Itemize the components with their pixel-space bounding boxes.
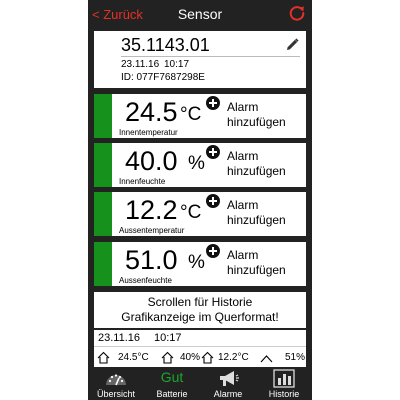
history-summary-row: 23.11.16 10:17 24.5°C 40% 12.2°C 51%: [94, 330, 306, 367]
measurement-value: 24.5: [125, 97, 178, 127]
measurement-label: Innentemperatur: [119, 128, 178, 137]
summary-date: 23.11.16: [98, 332, 141, 344]
pencil-icon[interactable]: [284, 37, 300, 53]
outdoor-house-icon: [260, 355, 273, 363]
hint-line2: Grafikanzeige im Querformat!: [121, 310, 279, 324]
plus-circle-icon[interactable]: [206, 145, 220, 159]
measurement-value: 40.0: [125, 146, 178, 176]
alarm-label-line2: hinzufügen: [227, 213, 286, 227]
measurement-label: Aussentemperatur: [119, 226, 185, 235]
tab-battery[interactable]: Gut Batterie: [144, 368, 200, 400]
measurement-card-outdoor-humidity: 51.0 % Aussenfeuchte Alarm hinzufügen: [94, 242, 306, 286]
bar-chart-icon: [273, 369, 295, 388]
sensor-info-card: 35.1143.01 23.11.16 10:17 ID: 077F768729…: [94, 31, 306, 88]
status-bar: [94, 94, 112, 138]
tab-history[interactable]: Historie: [256, 368, 312, 400]
measurement-card-indoor-humidity: 40.0 % Innenfeuchte Alarm hinzufügen: [94, 143, 306, 187]
refresh-icon[interactable]: [288, 4, 306, 22]
app-screen: < Zurück Sensor 35.1143.01 23.11.16 10:1…: [88, 0, 312, 400]
tab-alarms[interactable]: Alarme: [200, 368, 256, 400]
add-alarm-button[interactable]: Alarm hinzufügen: [227, 149, 286, 179]
sensor-date: 23.11.16: [121, 59, 160, 70]
page-title: Sensor: [177, 6, 223, 22]
plus-circle-icon[interactable]: [206, 194, 220, 208]
hint-line1: Scrollen für Historie: [147, 295, 253, 309]
summary-indoor-temp: 24.5°C: [118, 352, 149, 363]
measurement-label: Innenfeuchte: [119, 177, 166, 186]
add-alarm-button[interactable]: Alarm hinzufügen: [227, 198, 286, 228]
measurement-card-outdoor-temp: 12.2 °C Aussentemperatur Alarm hinzufüge…: [94, 192, 306, 236]
device-id: ID: 077F7687298E: [121, 72, 205, 83]
measurement-unit: %: [188, 153, 205, 174]
measurement-value: 12.2: [125, 195, 178, 225]
sensor-id-underline: [121, 56, 300, 57]
tab-label: Batterie: [156, 389, 188, 399]
alarm-label-line1: Alarm: [227, 149, 259, 163]
alarm-label-line2: hinzufügen: [227, 164, 286, 178]
alarm-label-line1: Alarm: [227, 248, 259, 262]
measurement-label: Aussenfeuchte: [119, 276, 172, 285]
measurement-unit: °C: [180, 202, 202, 223]
tab-label: Historie: [268, 389, 300, 399]
house-icon: [97, 351, 110, 364]
house-icon: [201, 351, 214, 364]
status-bar: [94, 143, 112, 187]
alarm-label-line1: Alarm: [227, 100, 259, 114]
summary-outdoor-humidity: 51%: [285, 352, 306, 363]
summary-outdoor-temp: 12.2°C: [218, 352, 249, 363]
add-alarm-button[interactable]: Alarm hinzufügen: [227, 248, 286, 278]
alarm-label-line2: hinzufügen: [227, 115, 286, 129]
measurement-card-indoor-temp: 24.5 °C Innentemperatur Alarm hinzufügen: [94, 94, 306, 138]
tab-bar: Übersicht Gut Batterie Alarme Historie: [88, 368, 312, 400]
history-hint: Scrollen für Historie Grafikanzeige im Q…: [94, 292, 306, 328]
measurement-unit: °C: [180, 104, 202, 125]
sensor-id-value[interactable]: 35.1143.01: [121, 35, 210, 56]
battery-status-text: Gut: [160, 369, 184, 385]
status-bar: [94, 242, 112, 286]
plus-circle-icon[interactable]: [206, 96, 220, 110]
tab-label: Alarme: [213, 389, 243, 399]
house-icon: [161, 351, 174, 364]
alarm-label-line1: Alarm: [227, 198, 259, 212]
summary-divider: [94, 346, 306, 347]
plus-circle-icon[interactable]: [206, 244, 220, 258]
status-bar: [94, 192, 112, 236]
gauge-icon: [106, 374, 126, 386]
summary-time: 10:17: [154, 332, 182, 344]
alarm-label-line2: hinzufügen: [227, 263, 286, 277]
summary-indoor-humidity: 40%: [180, 352, 201, 363]
nav-header: < Zurück Sensor: [88, 0, 312, 30]
tab-overview[interactable]: Übersicht: [88, 368, 144, 400]
measurement-unit: %: [188, 252, 205, 273]
sensor-time: 10:17: [164, 59, 190, 70]
tab-label: Übersicht: [96, 389, 135, 399]
megaphone-icon: [220, 371, 239, 386]
add-alarm-button[interactable]: Alarm hinzufügen: [227, 100, 286, 130]
measurement-value: 51.0: [125, 245, 178, 275]
